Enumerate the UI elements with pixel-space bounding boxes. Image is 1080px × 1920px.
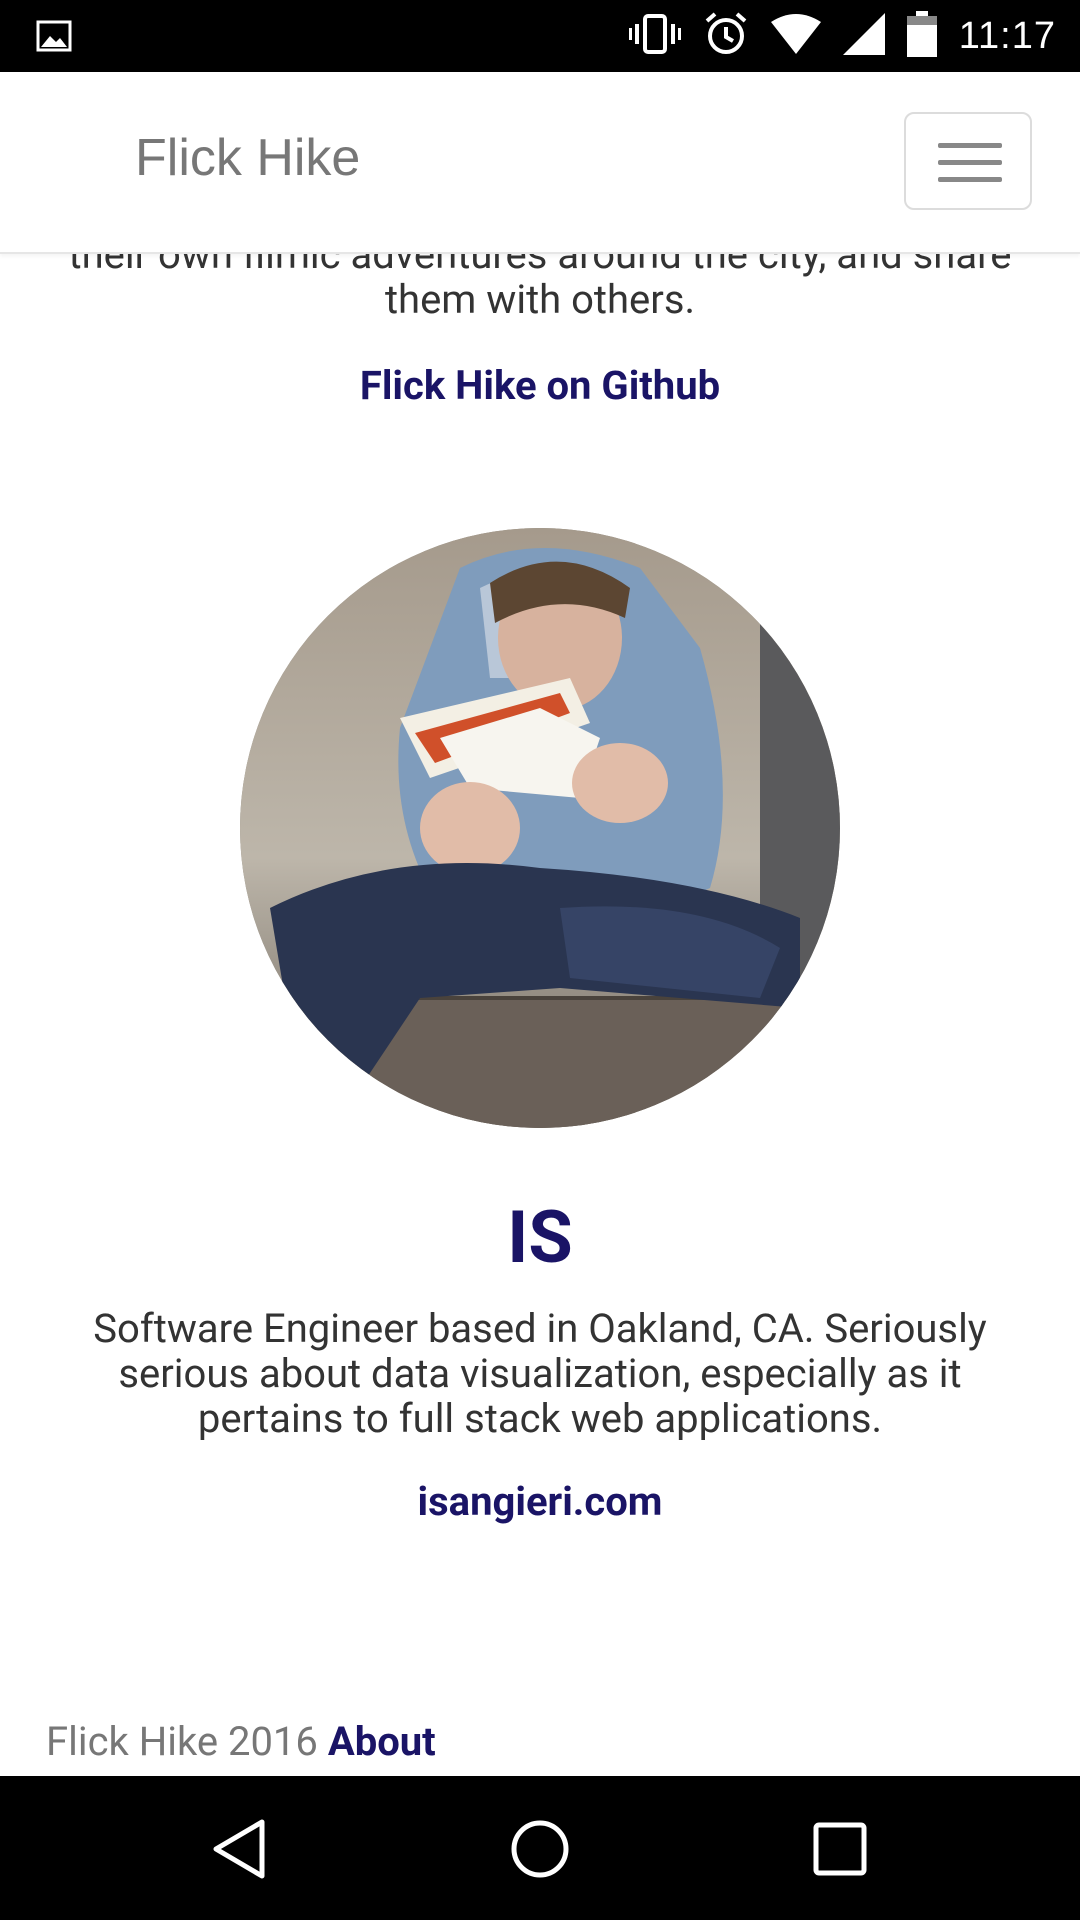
recents-icon[interactable] <box>805 1814 875 1884</box>
brand-title[interactable]: Flick Hike <box>135 128 360 188</box>
signal-icon <box>842 13 885 59</box>
image-icon <box>36 18 72 54</box>
profile-avatar <box>240 528 840 1128</box>
back-icon[interactable] <box>206 1814 276 1884</box>
hamburger-menu-button[interactable] <box>904 112 1032 210</box>
alarm-icon <box>703 11 749 61</box>
system-nav-bar <box>0 1776 1080 1920</box>
footer-copyright: Flick Hike 2016 <box>46 1718 318 1765</box>
website-link[interactable]: isangieri.com <box>0 1478 1080 1525</box>
home-icon[interactable] <box>505 1814 575 1884</box>
status-bar: 11:17 <box>0 0 1080 72</box>
profile-name: IS <box>507 1195 573 1280</box>
vibrate-icon <box>628 12 681 60</box>
footer: Flick Hike 2016 About <box>46 1718 436 1765</box>
status-time: 11:17 <box>958 14 1056 57</box>
wifi-icon <box>770 14 821 58</box>
avatar-photo <box>240 528 840 1128</box>
github-link[interactable]: Flick Hike on Github <box>0 362 1080 409</box>
battery-icon <box>906 11 937 61</box>
status-icons: 11:17 <box>628 0 1056 72</box>
top-navbar: Flick Hike <box>0 72 1080 254</box>
page-content: their own filmic adventures around the c… <box>0 0 1080 1920</box>
profile-bio: Software Engineer based in Oakland, CA. … <box>93 1305 987 1442</box>
about-link[interactable]: About <box>328 1718 436 1765</box>
